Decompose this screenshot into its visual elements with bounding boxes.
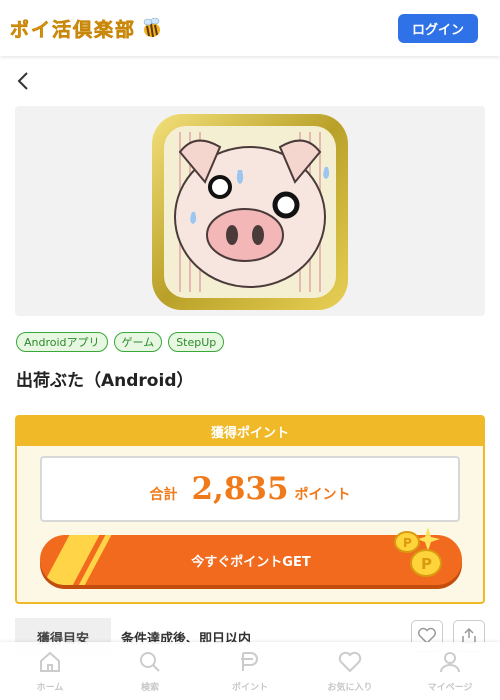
points-unit: ポイント [294, 487, 351, 503]
app-icon-pig [152, 114, 348, 310]
nav-label-favorites: お気に入り [327, 683, 373, 693]
tag-list: Androidアプリ ゲーム StepUp [16, 332, 225, 352]
logo-text: ポイ活倶楽部 [10, 18, 137, 41]
nav-label-search: 検索 [140, 683, 159, 693]
nav-item-home[interactable]: ホーム [0, 642, 100, 700]
back-chevron-icon[interactable] [14, 70, 34, 92]
nav-label-mypage: マイページ [427, 683, 473, 693]
nav-label-points: ポイント [231, 683, 268, 693]
app-title: 出荷ぶた（Android） [16, 371, 194, 391]
nav-item-search[interactable]: 検索 [100, 642, 200, 700]
bee-icon [143, 17, 161, 38]
app-header: ポイ活倶楽部 ログイン [0, 0, 500, 56]
points-heading: 獲得ポイント [17, 417, 483, 446]
coins-icon: P P [394, 527, 442, 577]
user-icon [440, 652, 460, 673]
nav-item-mypage[interactable]: マイページ [400, 642, 500, 700]
nav-item-points[interactable]: ポイント [200, 642, 300, 700]
nav-label-home: ホーム [36, 683, 64, 693]
site-logo[interactable]: ポイ活倶楽部 [10, 14, 162, 42]
point-icon [241, 652, 258, 671]
nav-item-favorites[interactable]: お気に入り [300, 642, 400, 700]
svg-text:P: P [403, 536, 412, 550]
total-points-box: 合計 2,835 ポイント [40, 456, 460, 522]
home-icon [40, 651, 60, 672]
tag-game[interactable]: ゲーム [113, 332, 163, 352]
total-points-value: 2,835 [191, 471, 289, 507]
get-points-label: 今すぐポイントGET [191, 554, 311, 570]
search-icon [140, 652, 160, 672]
svg-text:P: P [421, 555, 432, 573]
bottom-navigation: ホーム 検索 ポイント お気に入り マイページ [0, 642, 500, 700]
heart-icon [338, 651, 362, 673]
tag-android-app[interactable]: Androidアプリ [16, 332, 108, 352]
login-button[interactable]: ログイン [398, 14, 478, 43]
tag-stepup[interactable]: StepUp [168, 332, 225, 352]
total-label: 合計 [149, 487, 178, 503]
